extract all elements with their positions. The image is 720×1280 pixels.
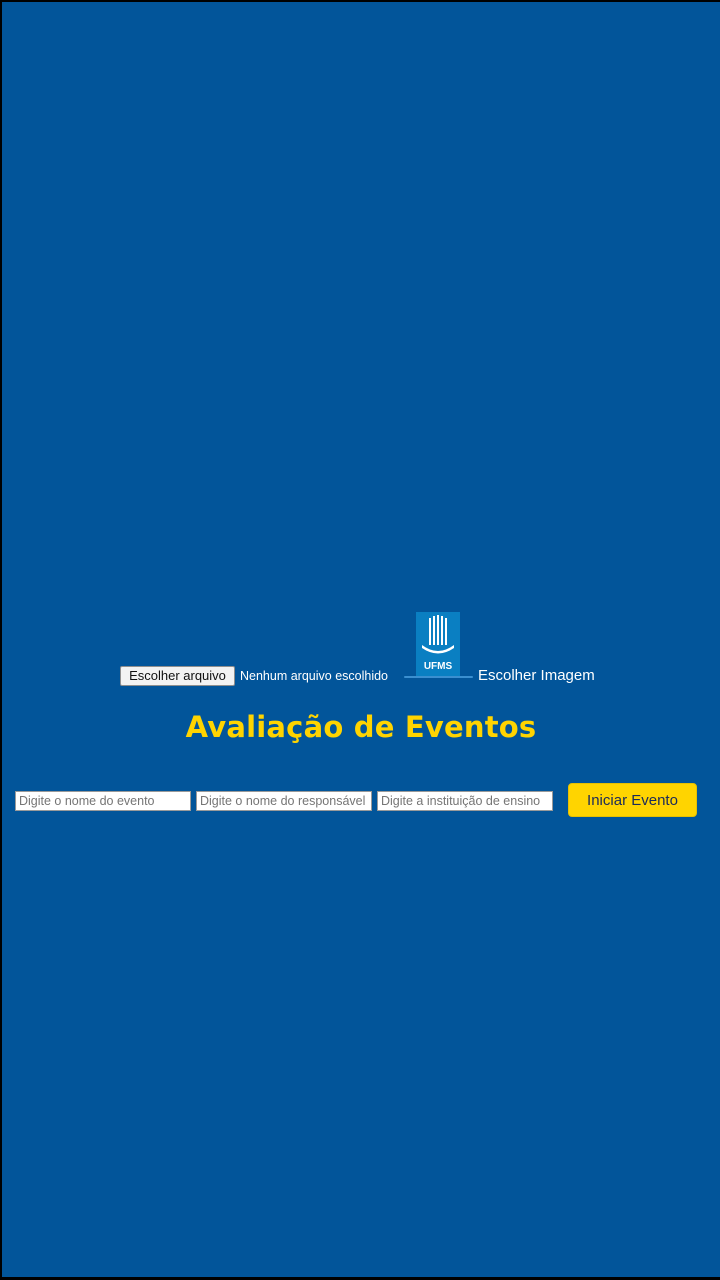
responsible-name-input[interactable] [196,791,372,811]
choose-file-button[interactable]: Escolher arquivo [120,666,235,686]
page-background: Escolher arquivo Nenhum arquivo escolhid… [2,2,720,1277]
choose-image-label: Escolher Imagem [478,667,595,684]
page-title: Avaliação de Eventos [185,710,537,744]
logo-text: UFMS [424,661,453,672]
institution-input[interactable] [377,791,553,811]
start-event-button[interactable]: Iniciar Evento [568,783,697,817]
file-status-text: Nenhum arquivo escolhido [240,669,389,683]
image-upload-row: Escolher arquivo Nenhum arquivo escolhid… [2,612,720,688]
ufms-logo-icon: UFMS [416,612,460,676]
logo-tagline-decoration [404,676,473,678]
event-name-input[interactable] [15,791,191,811]
